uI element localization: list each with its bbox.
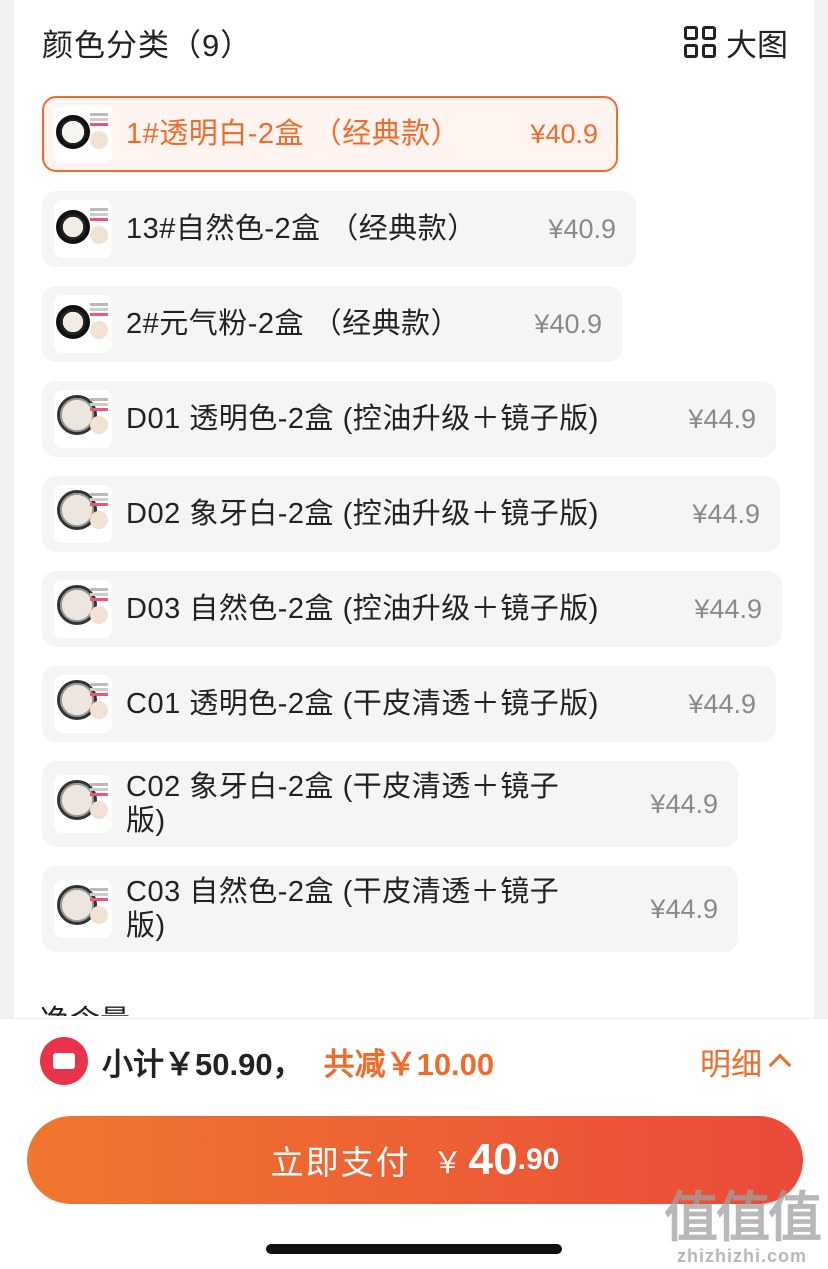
color-option-d02[interactable]: D02 象牙白-2盒 (控油升级＋镜子版) ¥44.9	[42, 476, 780, 552]
option-name: D02 象牙白-2盒 (控油升级＋镜子版)	[126, 498, 599, 530]
net-content-section-title: 净含量	[40, 996, 130, 1016]
option-row: C02 象牙白-2盒 (干皮清透＋镜子版) ¥44.9	[42, 761, 782, 847]
pay-currency: ￥	[432, 1147, 463, 1180]
option-name: C03 自然色-2盒 (干皮清透＋镜子版)	[126, 876, 560, 942]
watermark-logo: 值值值	[664, 1188, 822, 1248]
color-option-d03[interactable]: D03 自然色-2盒 (控油升级＋镜子版) ¥44.9	[42, 571, 782, 647]
pay-now-label: 立即支付	[270, 1144, 411, 1181]
price-summary: 小计￥50.90， 共减￥10.00 明细	[40, 1037, 792, 1085]
product-thumbnail	[54, 675, 112, 733]
option-name: D01 透明色-2盒 (控油升级＋镜子版)	[126, 403, 599, 435]
checkout-footer: 小计￥50.90， 共减￥10.00 明细 立即支付 ￥ 40 .90 值值值 …	[0, 1018, 828, 1269]
option-row: 2#元气粉-2盒 （经典款） ¥40.9	[42, 286, 782, 362]
option-row: C01 透明色-2盒 (干皮清透＋镜子版) ¥44.9	[42, 666, 782, 742]
option-price: ¥44.9	[688, 688, 756, 719]
product-thumbnail	[54, 200, 112, 258]
option-name: 1#透明白-2盒 （经典款）	[126, 118, 461, 150]
option-row: 1#透明白-2盒 （经典款） ¥40.9	[42, 96, 782, 172]
detail-toggle[interactable]: 明细	[700, 1039, 792, 1084]
color-option-list: 1#透明白-2盒 （经典款） ¥40.9 13#自然色-2盒 （经典款） ¥40…	[42, 96, 782, 971]
option-price: ¥44.9	[650, 788, 718, 819]
option-price: ¥44.9	[694, 593, 762, 624]
option-row: 13#自然色-2盒 （经典款） ¥40.9	[42, 191, 782, 267]
product-thumbnail	[54, 390, 112, 448]
color-option-1-clear-white[interactable]: 1#透明白-2盒 （经典款） ¥40.9	[42, 96, 618, 172]
option-name: C01 透明色-2盒 (干皮清透＋镜子版)	[126, 688, 599, 720]
option-row: D02 象牙白-2盒 (控油升级＋镜子版) ¥44.9	[42, 476, 782, 552]
product-thumbnail	[54, 775, 112, 833]
product-thumbnail	[54, 580, 112, 638]
watermark-site: zhizhizhi.com	[677, 1246, 807, 1266]
product-thumbnail	[54, 295, 112, 353]
option-row: D01 透明色-2盒 (控油升级＋镜子版) ¥44.9	[42, 381, 782, 457]
option-row: D03 自然色-2盒 (控油升级＋镜子版) ¥44.9	[42, 571, 782, 647]
pay-amount-integer: 40	[468, 1135, 518, 1184]
option-price: ¥40.9	[534, 308, 602, 339]
grid-view-icon	[684, 26, 716, 58]
big-view-toggle[interactable]: 大图	[684, 20, 788, 65]
option-name: 2#元气粉-2盒 （经典款）	[126, 308, 461, 340]
discount-text: 共减￥10.00	[323, 1046, 495, 1082]
color-option-d01[interactable]: D01 透明色-2盒 (控油升级＋镜子版) ¥44.9	[42, 381, 776, 457]
color-option-c01[interactable]: C01 透明色-2盒 (干皮清透＋镜子版) ¥44.9	[42, 666, 776, 742]
product-thumbnail	[54, 105, 112, 163]
detail-label: 明细	[700, 1046, 762, 1082]
option-price: ¥44.9	[650, 893, 718, 924]
option-price: ¥44.9	[688, 403, 756, 434]
color-category-header: 颜色分类（9） 大图	[42, 14, 788, 70]
home-indicator	[266, 1244, 562, 1254]
color-category-title: 颜色分类（9）	[42, 27, 253, 63]
option-row: C03 自然色-2盒 (干皮清透＋镜子版) ¥44.9	[42, 866, 782, 952]
coupon-icon	[40, 1037, 88, 1085]
option-name: 13#自然色-2盒 （经典款）	[126, 213, 477, 245]
watermark: 值值值 zhizhizhi.com	[664, 1188, 822, 1267]
option-price: ¥40.9	[548, 213, 616, 244]
product-thumbnail	[54, 485, 112, 543]
product-thumbnail	[54, 880, 112, 938]
chevron-up-icon	[768, 1053, 792, 1077]
color-option-c02[interactable]: C02 象牙白-2盒 (干皮清透＋镜子版) ¥44.9	[42, 761, 738, 847]
big-view-label: 大图	[726, 27, 788, 63]
option-price: ¥44.9	[692, 498, 760, 529]
color-option-c03[interactable]: C03 自然色-2盒 (干皮清透＋镜子版) ¥44.9	[42, 866, 738, 952]
color-option-13-natural[interactable]: 13#自然色-2盒 （经典款） ¥40.9	[42, 191, 636, 267]
subtotal-text: 小计￥50.90，	[102, 1046, 304, 1082]
option-name: C02 象牙白-2盒 (干皮清透＋镜子版)	[126, 771, 560, 837]
color-option-2-pink[interactable]: 2#元气粉-2盒 （经典款） ¥40.9	[42, 286, 622, 362]
pay-amount-decimal: .90	[517, 1143, 560, 1176]
option-name: D03 自然色-2盒 (控油升级＋镜子版)	[126, 593, 599, 625]
option-price: ¥40.9	[530, 118, 598, 149]
